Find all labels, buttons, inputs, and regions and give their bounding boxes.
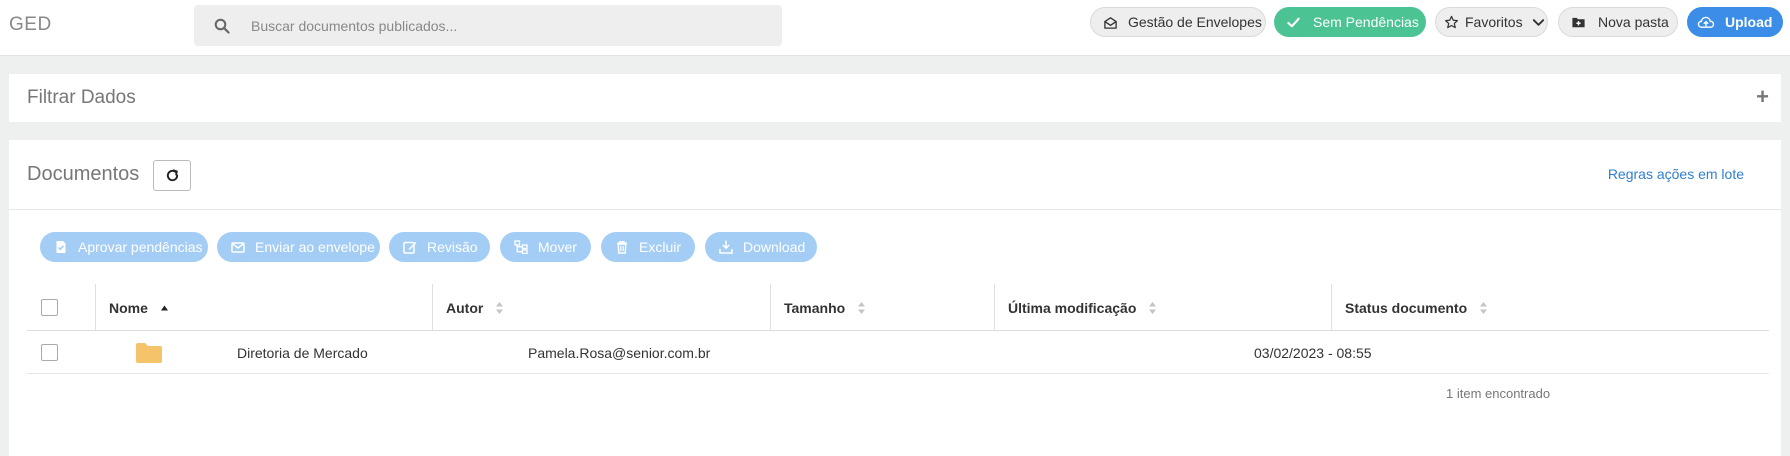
- send-envelope-label: Enviar ao envelope: [255, 239, 375, 255]
- search-input[interactable]: [251, 17, 751, 34]
- check-icon: [1287, 17, 1300, 27]
- column-header-modified[interactable]: Última modificação: [1008, 284, 1157, 331]
- envelope-open-icon: [1104, 16, 1117, 29]
- revision-label: Revisão: [427, 239, 478, 255]
- chevron-down-icon: [1532, 18, 1544, 26]
- column-header-status[interactable]: Status documento: [1345, 284, 1488, 331]
- download-label: Download: [743, 239, 806, 255]
- upload-button[interactable]: Upload: [1687, 7, 1783, 37]
- row-checkbox[interactable]: [41, 344, 58, 361]
- folder-icon-cell: [135, 331, 163, 374]
- select-all-cell: [41, 284, 58, 331]
- row-author: Pamela.Rosa@senior.com.br: [528, 344, 711, 361]
- result-count: 1 item encontrado: [1446, 386, 1551, 401]
- column-header-author-label: Autor: [446, 299, 484, 316]
- search-box[interactable]: [194, 5, 782, 46]
- star-icon: [1444, 15, 1459, 28]
- documents-panel: Documentos Regras ações em lote Aprovar …: [9, 140, 1781, 456]
- refresh-button[interactable]: [153, 160, 191, 191]
- sort-icon: [1479, 301, 1488, 315]
- row-name[interactable]: Diretoria de Mercado: [237, 331, 368, 374]
- app-title: GED: [9, 14, 52, 35]
- column-header-modified-label: Última modificação: [1008, 299, 1137, 316]
- revision-button[interactable]: Revisão: [389, 232, 490, 262]
- column-header-size[interactable]: Tamanho: [784, 284, 866, 331]
- approve-pending-label: Aprovar pendências: [78, 239, 203, 255]
- search-icon: [214, 18, 230, 34]
- top-bar: GED Gestão de Envelopes Sem Pendências F…: [0, 0, 1790, 56]
- filter-panel: Filtrar Dados +: [9, 74, 1781, 122]
- envelope-icon: [231, 242, 245, 253]
- documents-title: Documentos: [27, 163, 140, 185]
- approve-pending-button[interactable]: Aprovar pendências: [40, 232, 208, 262]
- send-envelope-button[interactable]: Enviar ao envelope: [217, 232, 380, 262]
- bulk-rules-link[interactable]: Regras ações em lote: [1608, 166, 1744, 182]
- refresh-icon: [166, 169, 178, 182]
- favorites-label: Favoritos: [1465, 14, 1523, 30]
- move-button[interactable]: Mover: [500, 232, 591, 262]
- table-header: Nome Autor Tamanho Última modificação St…: [27, 284, 1769, 331]
- pending-status-label: Sem Pendências: [1313, 14, 1419, 30]
- upload-label: Upload: [1725, 14, 1773, 30]
- select-all-checkbox[interactable]: [41, 299, 58, 316]
- column-header-name[interactable]: Nome: [109, 284, 169, 331]
- column-divider: [432, 284, 433, 331]
- folder-icon: [136, 342, 162, 363]
- download-button[interactable]: Download: [705, 232, 817, 262]
- document-check-icon: [56, 241, 66, 253]
- table-row[interactable]: Diretoria de Mercado Pamela.Rosa@senior.…: [27, 331, 1769, 374]
- filter-panel-title[interactable]: Filtrar Dados: [27, 87, 136, 109]
- column-header-size-label: Tamanho: [784, 299, 846, 316]
- sort-icon: [1148, 301, 1157, 315]
- column-divider: [1331, 284, 1332, 331]
- trash-icon: [617, 241, 627, 254]
- download-icon: [719, 240, 733, 254]
- delete-button[interactable]: Excluir: [601, 232, 695, 262]
- move-label: Mover: [538, 239, 577, 255]
- documents-header: Documentos Regras ações em lote: [9, 140, 1781, 210]
- move-tree-icon: [514, 240, 528, 254]
- column-divider: [95, 284, 96, 331]
- column-header-status-label: Status documento: [1345, 299, 1468, 316]
- sort-ascending-icon: [160, 304, 169, 312]
- column-divider: [770, 284, 771, 331]
- envelopes-button-label: Gestão de Envelopes: [1128, 14, 1262, 30]
- sort-icon: [857, 301, 866, 315]
- envelopes-button[interactable]: Gestão de Envelopes: [1090, 7, 1266, 37]
- column-divider: [994, 284, 995, 331]
- cloud-upload-icon: [1697, 16, 1715, 28]
- edit-icon: [403, 241, 417, 254]
- row-select-cell: [41, 331, 58, 374]
- sort-icon: [495, 301, 504, 315]
- column-header-name-label: Nome: [109, 299, 148, 316]
- favorites-dropdown[interactable]: Favoritos: [1435, 7, 1548, 37]
- new-folder-label: Nova pasta: [1598, 14, 1669, 30]
- new-folder-button[interactable]: Nova pasta: [1558, 7, 1678, 37]
- row-modified: 03/02/2023 - 08:55: [1254, 344, 1372, 361]
- expand-filter-icon[interactable]: +: [1756, 84, 1769, 110]
- pending-status-button[interactable]: Sem Pendências: [1274, 7, 1426, 37]
- folder-plus-icon: [1572, 17, 1585, 27]
- delete-label: Excluir: [639, 239, 682, 255]
- column-header-author[interactable]: Autor: [446, 284, 504, 331]
